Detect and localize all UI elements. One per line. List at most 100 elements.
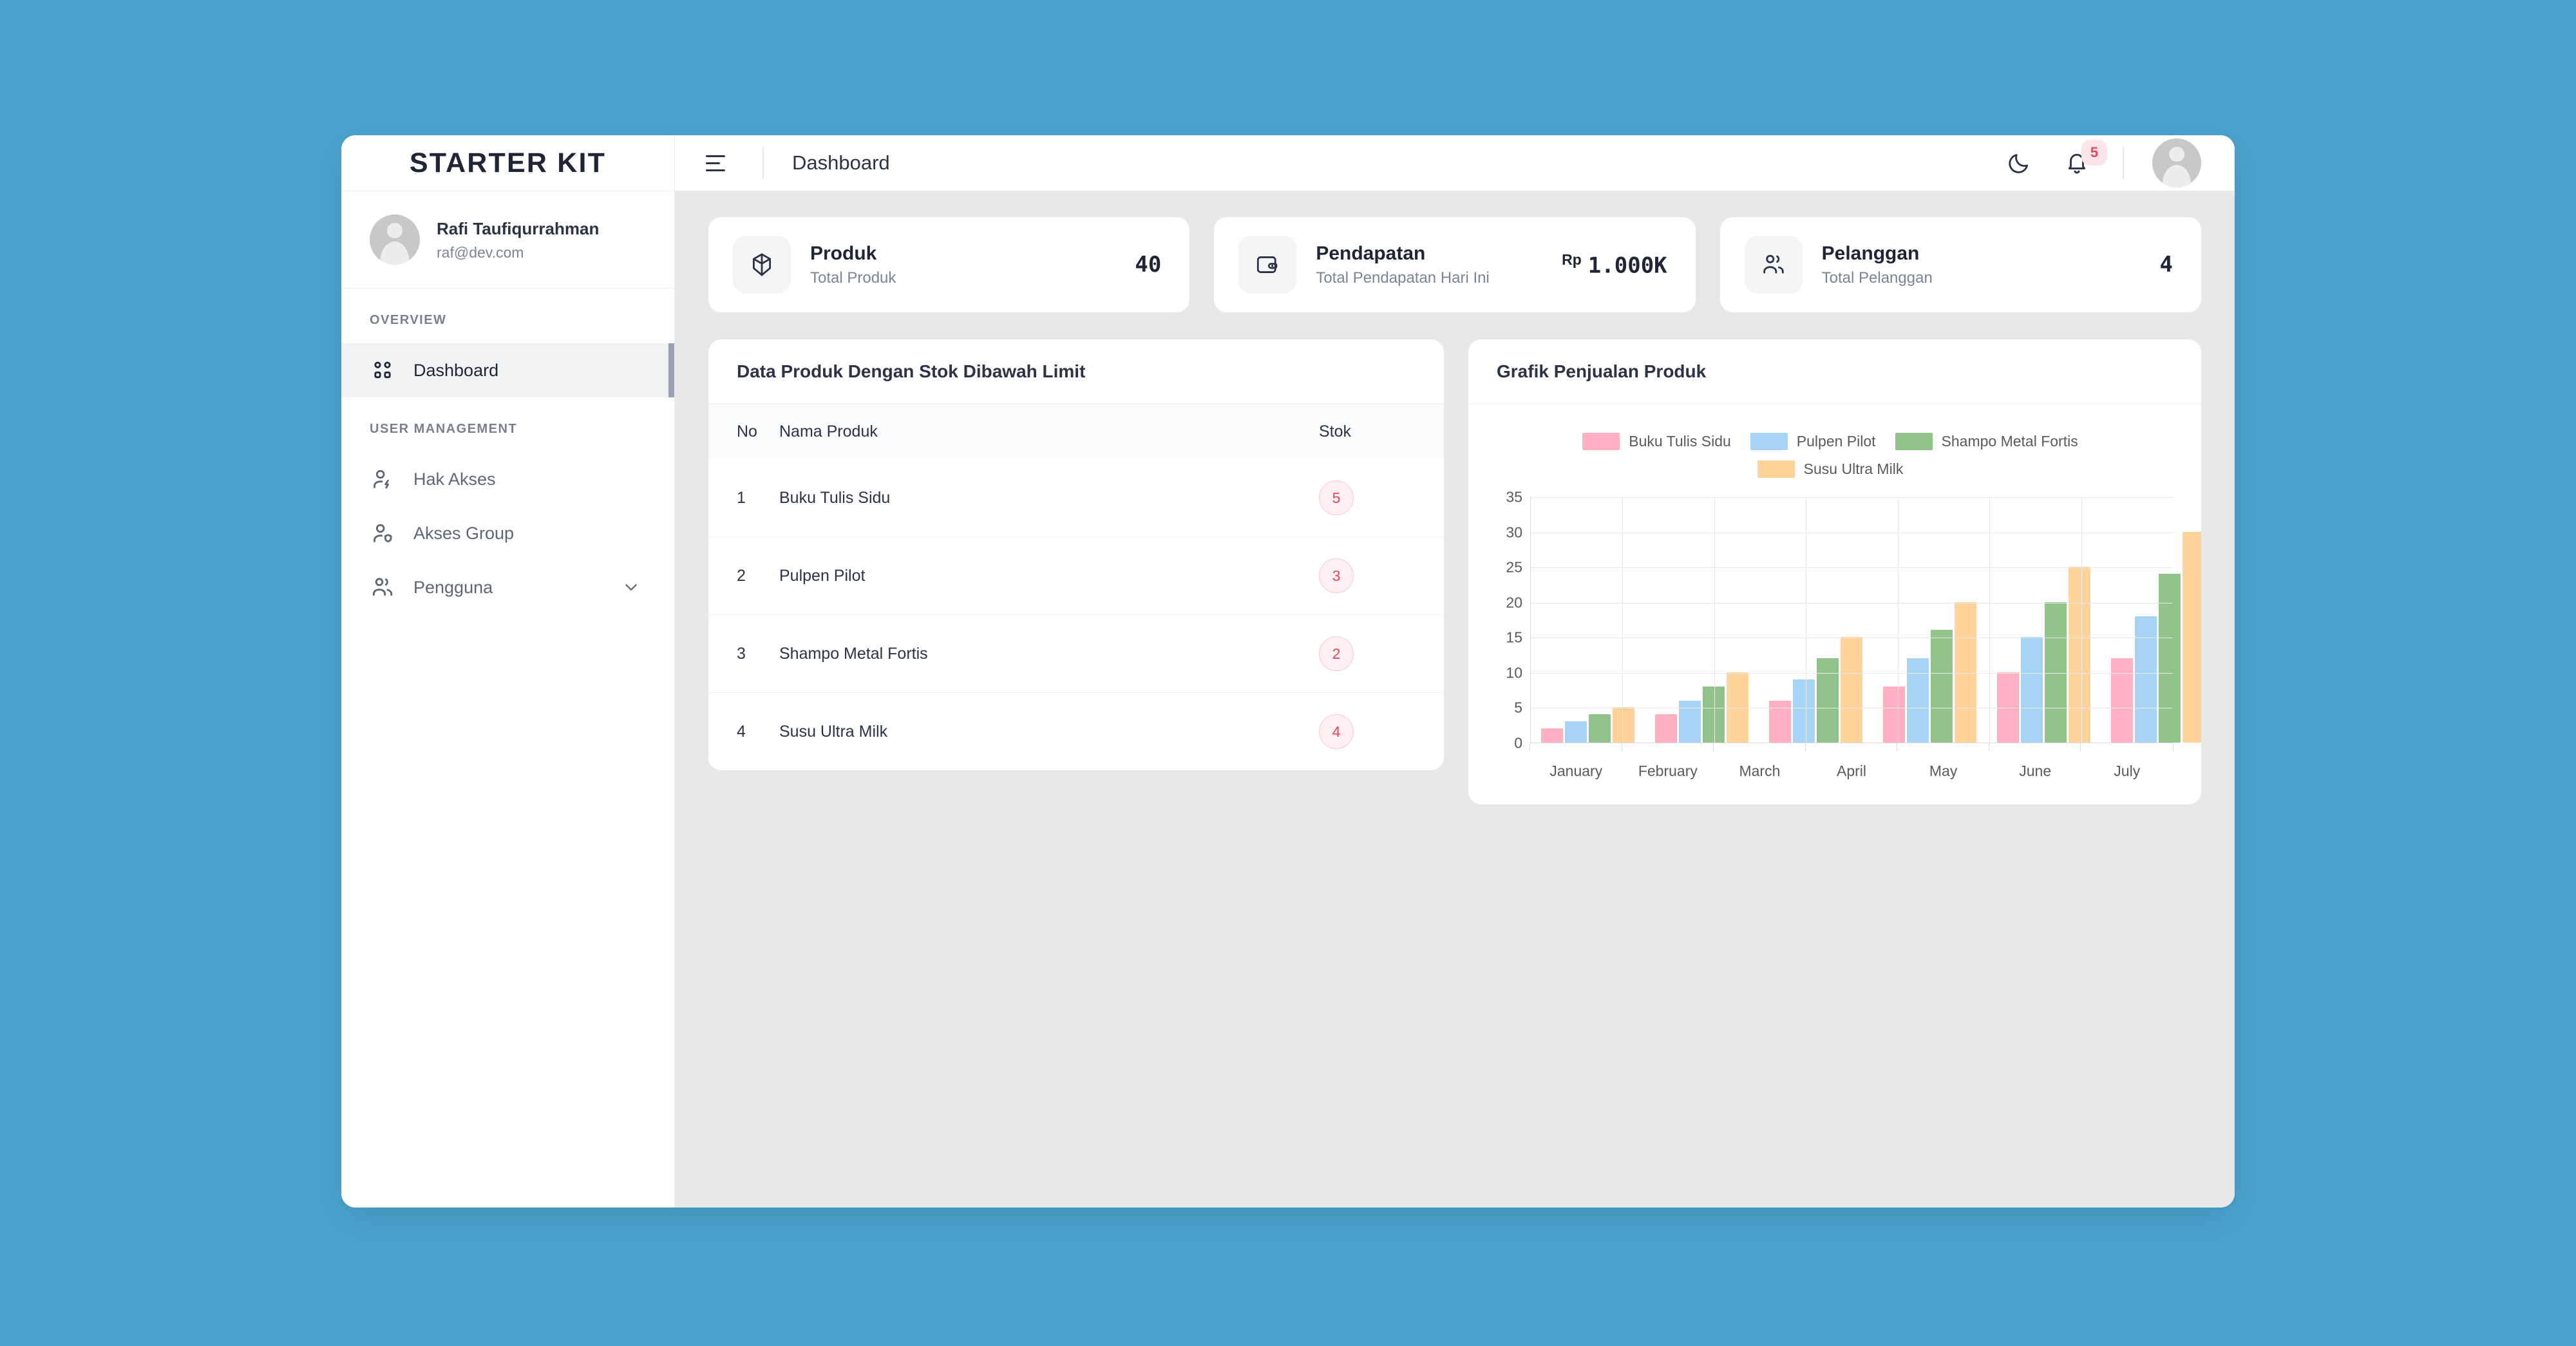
hamburger-icon[interactable] (706, 149, 734, 177)
x-axis-tick-label: July (2114, 763, 2141, 779)
stat-card-produk-value: 40 (1135, 252, 1162, 278)
chart-bar[interactable] (1907, 658, 1929, 743)
x-axis-tick (1621, 743, 1714, 751)
table-row[interactable]: 2 Pulpen Pilot 3 (708, 536, 1444, 615)
chart-bar[interactable] (1727, 672, 1748, 743)
chart-bar-group (1531, 497, 1645, 743)
wallet-icon (1238, 236, 1297, 294)
chart-bar[interactable] (1793, 679, 1815, 743)
legend-item[interactable]: Pulpen Pilot (1750, 433, 1876, 450)
stat-card-pelanggan[interactable]: Pelanggan Total Pelanggan 4 (1719, 217, 2201, 312)
x-axis-tick (1713, 743, 1806, 751)
table-header: No Nama Produk Stok (708, 404, 1444, 459)
sales-chart-panel: Grafik Penjualan Produk Buku Tulis Sidu P… (1468, 339, 2201, 804)
chart-bar[interactable] (1589, 714, 1611, 743)
chart-plot-area (1530, 497, 2201, 743)
notifications-button[interactable]: 5 (2060, 140, 2107, 180)
chart-category-separator (1622, 497, 1624, 743)
chart-bar[interactable] (1655, 714, 1677, 743)
y-axis-tick-label: 15 (1506, 629, 1522, 646)
stat-card-produk[interactable]: Produk Total Produk 40 (708, 217, 1190, 312)
column-header-nama: Nama Produk (779, 404, 1296, 459)
cell-nama-produk: Buku Tulis Sidu (779, 459, 1296, 537)
chart-bar[interactable] (2111, 658, 2133, 743)
chart-bar[interactable] (2183, 531, 2201, 743)
chart-bar[interactable] (2135, 616, 2157, 743)
chart-bar[interactable] (1931, 630, 1953, 743)
sidebar-item-akses-group[interactable]: Akses Group (341, 506, 674, 560)
chart-category-separator (1714, 497, 1715, 743)
cell-stok: 5 (1296, 459, 1444, 537)
chart-bar[interactable] (1679, 700, 1701, 743)
sidebar-profile[interactable]: Rafi Taufiqurrahman raf@dev.com (341, 191, 674, 289)
chart-bar-group (1645, 497, 1759, 743)
stat-card-pelanggan-subtitle: Total Pelanggan (1821, 269, 1933, 287)
chart-bar[interactable] (1769, 700, 1791, 743)
chart-bar[interactable] (2159, 574, 2181, 743)
sidebar-item-akses-group-label: Akses Group (413, 523, 515, 543)
sidebar-item-dashboard[interactable]: Dashboard (341, 343, 674, 397)
sidebar-item-hak-akses[interactable]: Hak Akses (341, 452, 674, 506)
cell-no: 3 (708, 614, 779, 693)
chart-bar[interactable] (2069, 567, 2090, 743)
grid-dots-icon (370, 357, 395, 383)
table-row[interactable]: 4 Susu Ultra Milk 4 (708, 693, 1444, 771)
legend-item[interactable]: Susu Ultra Milk (1757, 460, 1904, 478)
table-row[interactable]: 3 Shampo Metal Fortis 2 (708, 614, 1444, 693)
chart-bar[interactable] (1997, 672, 2019, 743)
low-stock-panel-title: Data Produk Dengan Stok Dibawah Limit (708, 339, 1444, 404)
legend-label: Shampo Metal Fortis (1941, 433, 2078, 450)
sidebar-item-pengguna[interactable]: Pengguna (341, 560, 674, 614)
chart-legend: Buku Tulis Sidu Pulpen Pilot Shampo Metal … (1508, 433, 2152, 478)
y-axis-tick-label: 5 (1514, 699, 1522, 716)
stat-card-pendapatan-value: Rp 1.000K (1562, 251, 1667, 278)
chart-bar[interactable] (1565, 721, 1587, 743)
chart-bar[interactable] (1817, 658, 1839, 743)
status-badge: 2 (1319, 636, 1354, 671)
users-icon (1744, 236, 1803, 294)
legend-label: Buku Tulis Sidu (1629, 433, 1731, 450)
chart-category-separator (1989, 497, 1991, 743)
notification-badge: 5 (2081, 140, 2107, 166)
stat-card-pendapatan-subtitle: Total Pendapatan Hari Ini (1316, 269, 1490, 287)
cell-no: 4 (737, 722, 746, 741)
chart-bar[interactable] (1883, 686, 1905, 743)
cell-stok: 4 (1296, 693, 1444, 771)
sidebar-item-pengguna-label: Pengguna (413, 577, 493, 597)
chart-bar[interactable] (1541, 728, 1563, 743)
avatar[interactable] (2152, 138, 2201, 187)
legend-swatch (1757, 460, 1795, 478)
chart-bar[interactable] (1613, 707, 1634, 743)
sidebar: STARTER KIT Rafi Taufiqurrahman raf@dev.… (341, 135, 675, 1208)
legend-item[interactable]: Shampo Metal Fortis (1895, 433, 2078, 450)
chart-bar[interactable] (1841, 637, 1862, 743)
chart-category-separator (2081, 497, 2082, 743)
stat-card-produk-subtitle: Total Produk (810, 269, 896, 287)
nav-section-user-management-label: USER MANAGEMENT (370, 422, 518, 436)
sidebar-item-dashboard-label: Dashboard (413, 360, 499, 380)
chart-bar[interactable] (2021, 637, 2043, 743)
legend-label: Susu Ultra Milk (1803, 460, 1904, 477)
y-axis-tick-label: 25 (1506, 558, 1522, 576)
chart-plot-wrap: 0 5 10 15 20 25 30 35 (1488, 489, 2201, 752)
table-body: 1 Buku Tulis Sidu 5 2 Pulpen Pilot 3 3 Shampo M… (708, 459, 1444, 770)
status-badge: 4 (1319, 714, 1354, 749)
app-window: STARTER KIT Rafi Taufiqurrahman raf@dev.… (341, 135, 2235, 1208)
chart-bar-group (1987, 497, 2101, 743)
legend-item[interactable]: Buku Tulis Sidu (1582, 433, 1731, 450)
table-header-row: No Nama Produk Stok (708, 404, 1444, 459)
moon-icon[interactable] (2002, 146, 2036, 180)
table-row[interactable]: 1 Buku Tulis Sidu 5 (708, 459, 1444, 537)
y-axis-tick-label: 0 (1514, 734, 1522, 752)
chart-gridline (1531, 672, 2173, 674)
x-axis-tick-label: January (1549, 763, 1603, 779)
users-icon (370, 574, 395, 600)
chevron-down-icon[interactable] (621, 578, 641, 597)
cell-no: 1 (708, 459, 779, 537)
stat-card-produk-title: Produk (810, 242, 877, 264)
stat-card-pendapatan[interactable]: Pendapatan Total Pendapatan Hari Ini Rp 1… (1214, 217, 1696, 312)
status-badge: 5 (1319, 480, 1354, 515)
dashboard-content: Produk Total Produk 40 Pendapatan Total … (675, 191, 2235, 1208)
currency-prefix: Rp (1562, 251, 1582, 268)
cell-nama-produk: Pulpen Pilot (779, 536, 1296, 615)
